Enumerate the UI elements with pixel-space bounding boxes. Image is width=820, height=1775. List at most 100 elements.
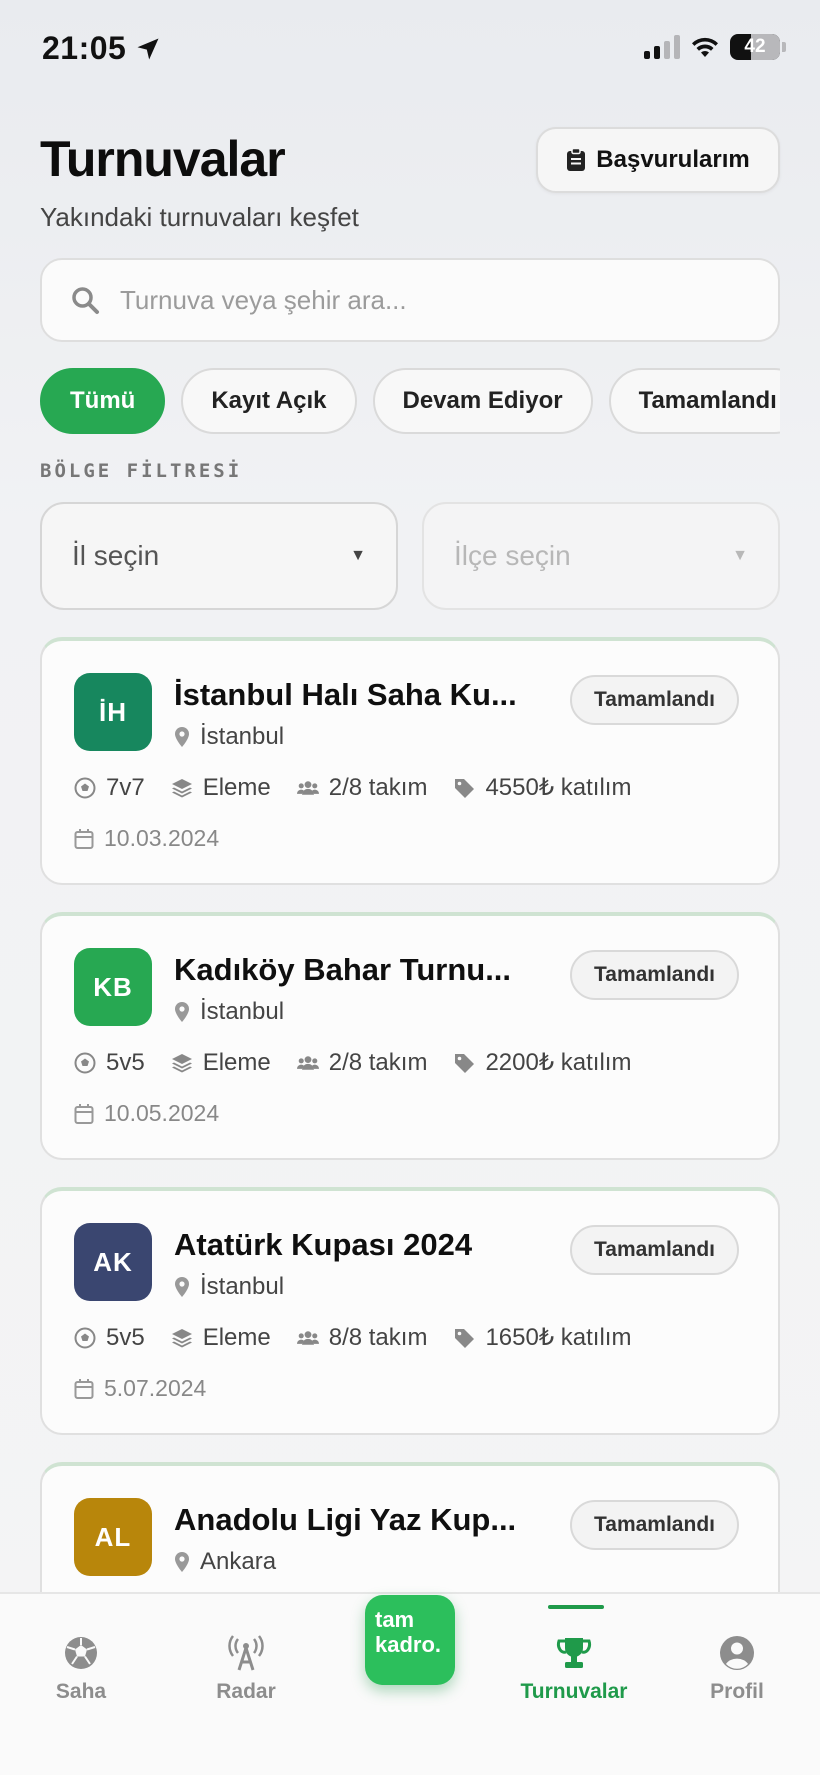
date-value: 10.03.2024 — [104, 825, 220, 851]
nav-label: Turnuvalar — [520, 1680, 628, 1703]
fee-value: 1650₺ katılım — [485, 1324, 632, 1351]
teams-item: 8/8 takım — [296, 1323, 428, 1352]
radar-antenna-icon — [228, 1635, 264, 1671]
wifi-icon — [692, 37, 718, 57]
soccer-ball-icon — [74, 777, 96, 798]
tournament-meta: 5v5 Eleme 8/8 takım 1650₺ katılım — [74, 1323, 657, 1352]
calendar-icon — [74, 1378, 94, 1399]
tournament-card[interactable]: KB Kadıköy Bahar Turnu... İstanbul Tamam… — [40, 912, 780, 1160]
tournament-city: Ankara — [200, 1548, 277, 1575]
nav-item-saha[interactable]: Saha — [6, 1634, 156, 1704]
map-pin-icon — [175, 1002, 189, 1022]
layers-icon — [171, 1053, 192, 1072]
logo-line-2: kadro. — [375, 1632, 442, 1657]
tournament-title: İstanbul Halı Saha Ku... — [174, 677, 517, 712]
battery-icon: 42 — [730, 34, 780, 60]
tournament-location: İstanbul — [174, 1273, 284, 1301]
type-item: Eleme — [171, 774, 271, 802]
tournament-location: İstanbul — [174, 723, 284, 751]
chip-all[interactable]: Tümü — [40, 368, 166, 434]
chip-registration-open[interactable]: Kayıt Açık — [181, 368, 357, 434]
nav-item-profil[interactable]: Profil — [662, 1634, 812, 1704]
battery-level: 42 — [744, 36, 766, 57]
fee-item: 2200₺ katılım — [453, 1048, 631, 1077]
teams-value: 2/8 takım — [328, 773, 428, 801]
tournament-avatar: AK — [74, 1223, 152, 1301]
chip-ongoing[interactable]: Devam Ediyor — [372, 368, 593, 434]
format-value: 7v7 — [106, 773, 145, 801]
tournament-city: İstanbul — [200, 723, 285, 750]
map-pin-icon — [175, 1277, 189, 1297]
location-arrow-icon — [137, 38, 159, 59]
type-value: Eleme — [202, 1323, 271, 1351]
search-input[interactable] — [120, 284, 720, 316]
tournament-date: 10.03.2024 — [74, 825, 219, 852]
nav-item-turnuvalar[interactable]: Turnuvalar — [499, 1634, 649, 1704]
format-value: 5v5 — [106, 1323, 145, 1351]
date-value: 5.07.2024 — [104, 1375, 207, 1401]
fee-item: 4550₺ katılım — [453, 773, 631, 802]
tournament-meta: 5v5 Eleme 2/8 takım 2200₺ katılım — [74, 1048, 657, 1077]
tournament-card[interactable]: AK Atatürk Kupası 2024 İstanbul Tamamlan… — [40, 1187, 780, 1435]
soccer-ball-icon — [74, 1327, 96, 1348]
trophy-icon — [557, 1638, 591, 1668]
type-item: Eleme — [171, 1049, 271, 1077]
type-value: Eleme — [202, 773, 271, 801]
nav-label: Radar — [216, 1680, 276, 1703]
tournament-date: 5.07.2024 — [74, 1375, 206, 1402]
clock-text: 21:05 — [42, 30, 127, 66]
region-filter-label: BÖLGE FİLTRESİ — [40, 460, 243, 482]
page-title: Turnuvalar — [40, 131, 286, 187]
type-item: Eleme — [171, 1324, 271, 1352]
tournament-avatar: AL — [74, 1498, 152, 1576]
tag-icon — [455, 778, 475, 798]
tournament-title: Kadıköy Bahar Turnu... — [174, 952, 512, 987]
tournament-avatar: KB — [74, 948, 152, 1026]
calendar-icon — [74, 828, 94, 849]
active-tab-indicator — [548, 1605, 604, 1609]
applications-button[interactable]: Başvurularım — [536, 127, 780, 193]
tournament-avatar: İH — [74, 673, 152, 751]
status-filter-chips: Tümü Kayıt Açık Devam Ediyor Tamamlandı — [40, 368, 780, 436]
layers-icon — [171, 778, 192, 797]
status-time: 21:05 — [42, 30, 162, 67]
province-select[interactable]: İl seçin ▼ — [40, 502, 398, 610]
tournament-card[interactable]: İH İstanbul Halı Saha Ku... İstanbul Tam… — [40, 637, 780, 885]
nav-item-radar[interactable]: Radar — [171, 1634, 321, 1704]
tournament-location: Ankara — [174, 1548, 276, 1576]
page-subtitle: Yakındaki turnuvaları keşfet — [40, 202, 359, 232]
teams-value: 8/8 takım — [328, 1323, 428, 1351]
tournament-title: Atatürk Kupası 2024 — [174, 1227, 473, 1262]
tag-icon — [455, 1053, 475, 1073]
applications-label: Başvurularım — [596, 146, 750, 173]
fee-item: 1650₺ katılım — [453, 1323, 631, 1352]
district-select[interactable]: İlçe seçin ▼ — [422, 502, 780, 610]
status-badge: Tamamlandı — [570, 675, 739, 725]
soccer-ball-icon — [74, 1052, 96, 1073]
cellular-signal-icon — [644, 35, 680, 59]
search-bar[interactable] — [40, 258, 780, 342]
teams-value: 2/8 takım — [328, 1048, 428, 1076]
users-icon — [296, 780, 319, 795]
nav-label: Saha — [55, 1680, 107, 1703]
tournament-meta: 7v7 Eleme 2/8 takım 4550₺ katılım — [74, 773, 657, 802]
tamkadro-logo-button[interactable]: tam kadro. — [365, 1595, 455, 1685]
status-badge: Tamamlandı — [570, 1500, 739, 1550]
users-icon — [296, 1330, 319, 1345]
status-badge: Tamamlandı — [570, 950, 739, 1000]
status-badge: Tamamlandı — [570, 1225, 739, 1275]
clipboard-icon — [567, 148, 586, 171]
caret-down-icon: ▼ — [732, 547, 748, 564]
user-icon — [720, 1636, 754, 1670]
district-placeholder: İlçe seçin — [454, 540, 571, 571]
status-bar: 21:05 42 — [0, 0, 820, 100]
calendar-icon — [74, 1103, 94, 1124]
chip-completed[interactable]: Tamamlandı — [608, 368, 780, 434]
format-item: 5v5 — [74, 1049, 145, 1077]
tournament-date: 10.05.2024 — [74, 1100, 219, 1127]
date-value: 10.05.2024 — [104, 1100, 220, 1126]
format-item: 5v5 — [74, 1324, 145, 1352]
tournament-title: Anadolu Ligi Yaz Kup... — [174, 1502, 517, 1537]
tournament-location: İstanbul — [174, 998, 284, 1026]
format-value: 5v5 — [106, 1048, 145, 1076]
